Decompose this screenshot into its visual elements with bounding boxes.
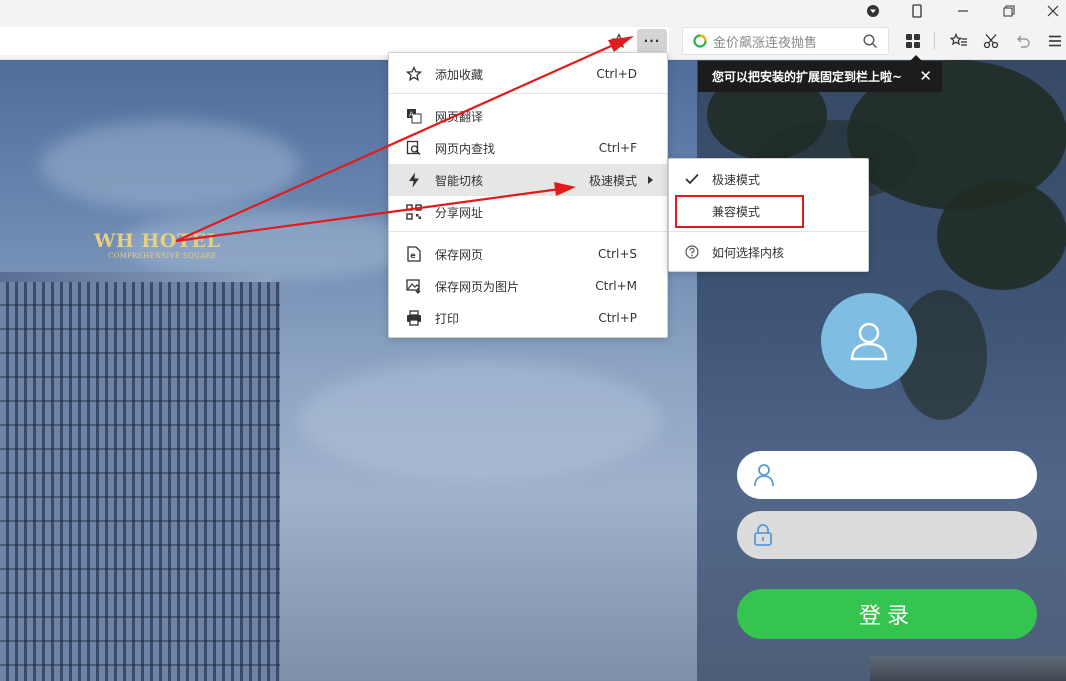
menu-divider — [389, 93, 667, 94]
sky-cloud — [40, 120, 300, 210]
menu-item-share-url[interactable]: 分享网址 — [389, 196, 667, 228]
sky-cloud — [300, 360, 660, 480]
menu-item-label: 智能切核 — [435, 173, 484, 188]
menu-item-shortcut: Ctrl+P — [598, 311, 637, 325]
minimize-button[interactable] — [940, 0, 986, 22]
menu-item-label: 添加收藏 — [435, 67, 484, 82]
user-icon — [754, 464, 774, 487]
menu-item-label: 分享网址 — [435, 205, 484, 220]
menu-item-translate[interactable]: A 网页翻译 — [389, 100, 667, 132]
submenu-item-label: 极速模式 — [712, 172, 761, 187]
building-roof-image — [870, 656, 1066, 681]
menu-item-shortcut: Ctrl+S — [597, 247, 637, 261]
menu-item-shortcut: Ctrl+M — [595, 279, 637, 293]
menu-item-shortcut: Ctrl+D — [596, 67, 637, 81]
menu-divider — [669, 231, 868, 232]
extensions-icon[interactable] — [900, 29, 926, 53]
undo-icon[interactable] — [1010, 29, 1036, 53]
more-options-menu: 添加收藏 Ctrl+D A 网页翻译 网页内查找 Ctrl+F 智能切核 极速模… — [388, 52, 668, 338]
find-icon — [405, 139, 423, 157]
menu-dropdown-icon[interactable] — [850, 0, 896, 22]
username-field[interactable] — [737, 451, 1037, 499]
password-field[interactable] — [737, 511, 1037, 559]
address-bar[interactable] — [0, 27, 669, 55]
translate-icon: A — [405, 107, 423, 125]
lock-icon — [754, 524, 772, 546]
close-window-button[interactable] — [1030, 0, 1066, 22]
printer-icon — [405, 309, 423, 327]
more-button[interactable]: ··· — [637, 29, 667, 53]
hamburger-menu-icon[interactable] — [1042, 29, 1066, 53]
lightning-icon — [405, 171, 423, 189]
checkmark-icon — [684, 171, 700, 187]
user-avatar-icon — [850, 322, 888, 361]
tooltip-close-icon[interactable]: ✕ — [919, 67, 932, 85]
current-engine-value: 极速模式 — [588, 173, 637, 188]
menu-item-find-in-page[interactable]: 网页内查找 Ctrl+F — [389, 132, 667, 164]
submenu-item-how-to-choose[interactable]: 如何选择内核 — [669, 236, 868, 268]
save-page-icon: e — [405, 245, 423, 263]
menu-divider — [389, 231, 667, 232]
search-placeholder: 金价飙涨连夜抛售 — [713, 35, 818, 51]
menu-item-label: 网页翻译 — [435, 109, 484, 124]
menu-item-save-page[interactable]: e 保存网页 Ctrl+S — [389, 238, 667, 270]
annotation-highlight-box — [675, 195, 804, 228]
screenshot-scissors-icon[interactable] — [978, 29, 1004, 53]
menu-item-label: 保存网页为图片 — [435, 279, 520, 294]
mobile-icon[interactable] — [894, 0, 940, 22]
menu-item-label: 保存网页 — [435, 247, 484, 262]
search-engine-icon — [693, 34, 707, 48]
submenu-arrow-icon — [648, 176, 653, 184]
title-bar — [0, 0, 1066, 22]
submenu-item-label: 如何选择内核 — [712, 245, 785, 260]
menu-item-print[interactable]: 打印 Ctrl+P — [389, 302, 667, 334]
favorites-list-icon[interactable] — [946, 29, 972, 53]
menu-item-label: 打印 — [435, 311, 460, 326]
username-input[interactable] — [787, 460, 1017, 490]
restore-button[interactable] — [986, 0, 1032, 22]
menu-item-save-as-image[interactable]: 保存网页为图片 Ctrl+M — [389, 270, 667, 302]
svg-text:e: e — [410, 251, 416, 260]
hotel-sign: WH HOTEL — [94, 230, 221, 252]
search-icon[interactable] — [863, 33, 878, 49]
tooltip-text: 您可以把安装的扩展固定到栏上啦~ — [712, 70, 903, 84]
bookmark-star-icon[interactable] — [606, 29, 632, 53]
menu-item-label: 网页内查找 — [435, 141, 496, 156]
help-icon — [684, 244, 700, 260]
submenu-item-speed-mode[interactable]: 极速模式 — [669, 163, 868, 195]
save-image-icon — [405, 277, 423, 295]
login-button[interactable]: 登录 — [737, 589, 1037, 639]
hotel-sign-subtitle: COMPREHENSIVE SQUARE — [108, 252, 217, 260]
toolbar-divider — [934, 32, 935, 50]
qrcode-icon — [405, 203, 423, 221]
user-avatar — [821, 293, 917, 389]
star-icon — [405, 65, 423, 83]
password-input[interactable] — [785, 520, 1015, 550]
menu-item-switch-engine[interactable]: 智能切核 极速模式 — [389, 164, 667, 196]
svg-text:A: A — [409, 111, 414, 119]
menu-item-shortcut: Ctrl+F — [598, 141, 637, 155]
search-box[interactable]: 金价飙涨连夜抛售 — [682, 27, 889, 55]
extension-pin-tooltip: 您可以把安装的扩展固定到栏上啦~ ✕ — [698, 55, 942, 92]
hotel-building-image — [0, 272, 280, 681]
menu-item-add-favorite[interactable]: 添加收藏 Ctrl+D — [389, 58, 667, 90]
